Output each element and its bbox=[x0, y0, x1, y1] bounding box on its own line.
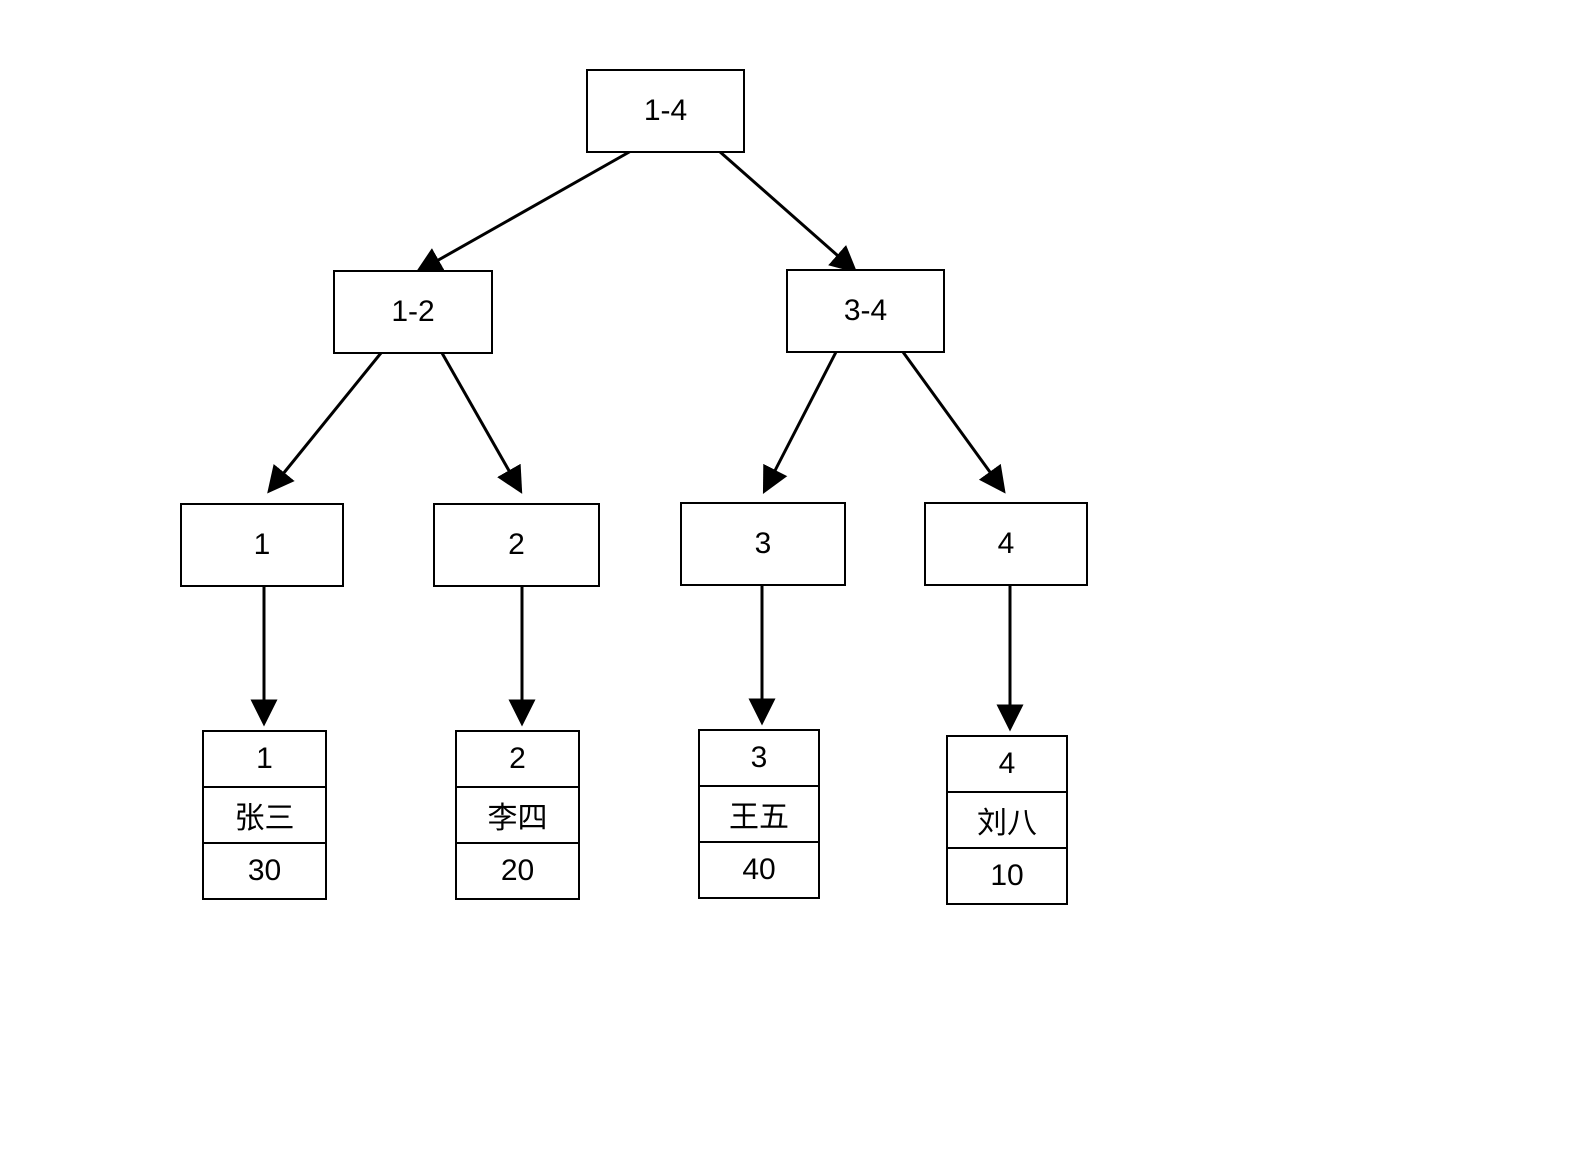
leaf-1-id: 1 bbox=[204, 732, 325, 788]
node-2-label: 2 bbox=[508, 528, 525, 562]
node-3-4-label: 3-4 bbox=[844, 294, 887, 328]
node-3-4: 3-4 bbox=[786, 269, 945, 353]
node-3: 3 bbox=[680, 502, 846, 586]
node-root: 1-4 bbox=[586, 69, 745, 153]
node-1-2-label: 1-2 bbox=[391, 295, 434, 329]
node-4: 4 bbox=[924, 502, 1088, 586]
leaf-3-value: 40 bbox=[700, 843, 818, 897]
leaf-4-name: 刘八 bbox=[948, 793, 1066, 849]
node-1-label: 1 bbox=[254, 528, 271, 562]
leaf-1-value: 30 bbox=[204, 844, 325, 898]
node-1: 1 bbox=[180, 503, 344, 587]
leaf-2-name: 李四 bbox=[457, 788, 578, 844]
leaf-4-id: 4 bbox=[948, 737, 1066, 793]
node-root-label: 1-4 bbox=[644, 94, 687, 128]
node-4-label: 4 bbox=[998, 527, 1015, 561]
leaf-2-id: 2 bbox=[457, 732, 578, 788]
leaf-4: 4 刘八 10 bbox=[946, 735, 1068, 905]
leaf-3-name: 王五 bbox=[700, 787, 818, 843]
tree-diagram: 1-4 1-2 3-4 1 2 3 4 1 张三 30 2 李四 20 3 王五… bbox=[0, 0, 1584, 1152]
leaf-1: 1 张三 30 bbox=[202, 730, 327, 900]
leaf-2-value: 20 bbox=[457, 844, 578, 898]
node-1-2: 1-2 bbox=[333, 270, 493, 354]
leaf-4-value: 10 bbox=[948, 849, 1066, 903]
node-2: 2 bbox=[433, 503, 600, 587]
node-3-label: 3 bbox=[755, 527, 772, 561]
leaf-3: 3 王五 40 bbox=[698, 729, 820, 899]
leaf-2: 2 李四 20 bbox=[455, 730, 580, 900]
leaf-3-id: 3 bbox=[700, 731, 818, 787]
leaf-1-name: 张三 bbox=[204, 788, 325, 844]
